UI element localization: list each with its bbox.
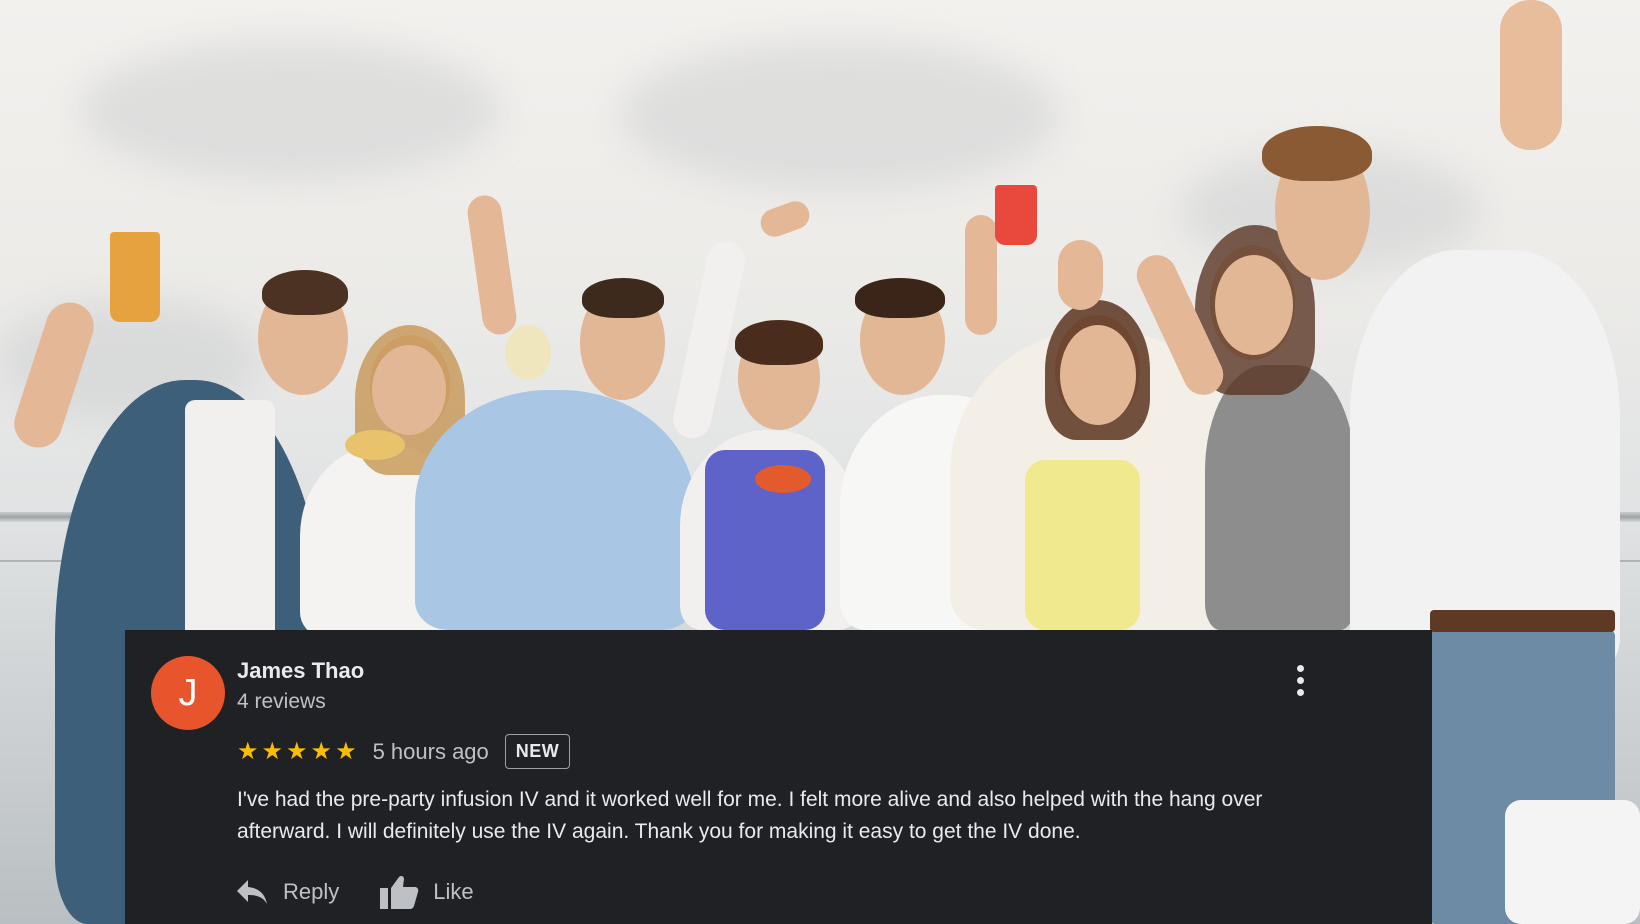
- star-icon: ★: [237, 737, 259, 765]
- new-badge: NEW: [504, 734, 571, 769]
- review-card: J James Thao 4 reviews ★ ★ ★ ★ ★ 5 hours…: [125, 630, 1432, 924]
- reply-icon: [237, 880, 267, 904]
- like-label: Like: [433, 879, 474, 904]
- star-icon: ★: [310, 737, 333, 765]
- star-icon: ★: [286, 737, 308, 765]
- like-button[interactable]: Like: [379, 874, 474, 910]
- review-time: 5 hours ago: [372, 738, 489, 764]
- thumbs-up-icon: [380, 875, 419, 909]
- cocktail-glass: [110, 232, 160, 322]
- review-text: I've had the pre-party infusion IV and i…: [237, 788, 1263, 843]
- author-review-count[interactable]: 4 reviews: [237, 690, 326, 714]
- reply-label: Reply: [283, 879, 340, 904]
- avatar[interactable]: J: [151, 656, 225, 730]
- review-actions: Reply Like: [235, 874, 474, 910]
- star-icon: ★: [335, 737, 357, 765]
- reply-button[interactable]: Reply: [235, 878, 339, 906]
- more-vert-icon[interactable]: [1288, 660, 1312, 700]
- star-icon: ★: [261, 737, 284, 765]
- rating-row: ★ ★ ★ ★ ★ 5 hours ago NEW: [237, 734, 571, 769]
- star-rating: ★ ★ ★ ★ ★: [237, 737, 357, 765]
- author-name[interactable]: James Thao: [237, 658, 364, 684]
